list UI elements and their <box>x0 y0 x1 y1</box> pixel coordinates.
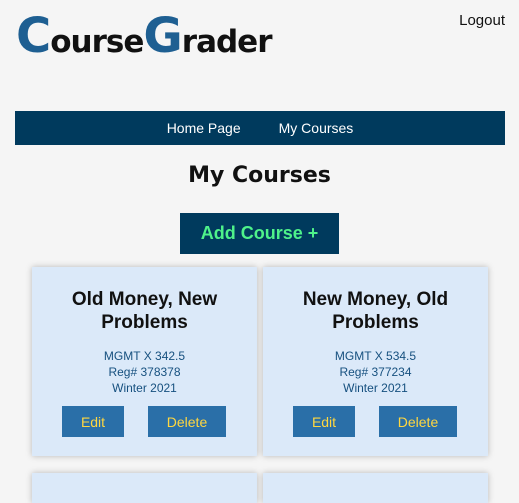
course-title-line2: Problems <box>101 312 188 333</box>
nav-my-courses[interactable]: My Courses <box>279 120 354 136</box>
course-title: New Money, Old Problems <box>263 288 488 334</box>
course-card-partial <box>32 473 257 503</box>
nav-home-page[interactable]: Home Page <box>167 120 241 136</box>
navbar: Home Page My Courses <box>15 111 505 145</box>
app-logo: CourseGrader <box>16 8 272 64</box>
course-title-line2: Problems <box>332 312 419 333</box>
course-info: MGMT X 534.5 Reg# 377234 Winter 2021 <box>263 348 488 396</box>
course-term: Winter 2021 <box>112 381 177 395</box>
course-card: New Money, Old Problems MGMT X 534.5 Reg… <box>263 267 488 456</box>
course-code: MGMT X 534.5 <box>334 349 417 363</box>
course-reg: Reg# 378378 <box>108 365 181 379</box>
logout-link[interactable]: Logout <box>459 12 505 29</box>
page-title: My Courses <box>188 163 331 188</box>
logo-letter-c: C <box>16 8 51 64</box>
course-term: Winter 2021 <box>343 381 408 395</box>
course-title-line1: Old Money, New <box>71 289 218 310</box>
course-code: MGMT X 342.5 <box>103 349 186 363</box>
add-course-button[interactable]: Add Course + <box>180 213 339 254</box>
edit-button[interactable]: Edit <box>62 406 124 437</box>
logo-letter-g: G <box>143 8 182 64</box>
course-reg: Reg# 377234 <box>339 365 412 379</box>
delete-button[interactable]: Delete <box>148 406 226 437</box>
edit-button[interactable]: Edit <box>293 406 355 437</box>
course-card: Old Money, New Problems MGMT X 342.5 Reg… <box>32 267 257 456</box>
logo-text-ourse: ourse <box>50 24 144 60</box>
logo-text-rader: rader <box>181 24 273 60</box>
course-title: Old Money, New Problems <box>32 288 257 334</box>
delete-button[interactable]: Delete <box>379 406 457 437</box>
course-info: MGMT X 342.5 Reg# 378378 Winter 2021 <box>32 348 257 396</box>
course-title-line1: New Money, Old <box>302 289 449 310</box>
course-card-partial <box>263 473 488 503</box>
